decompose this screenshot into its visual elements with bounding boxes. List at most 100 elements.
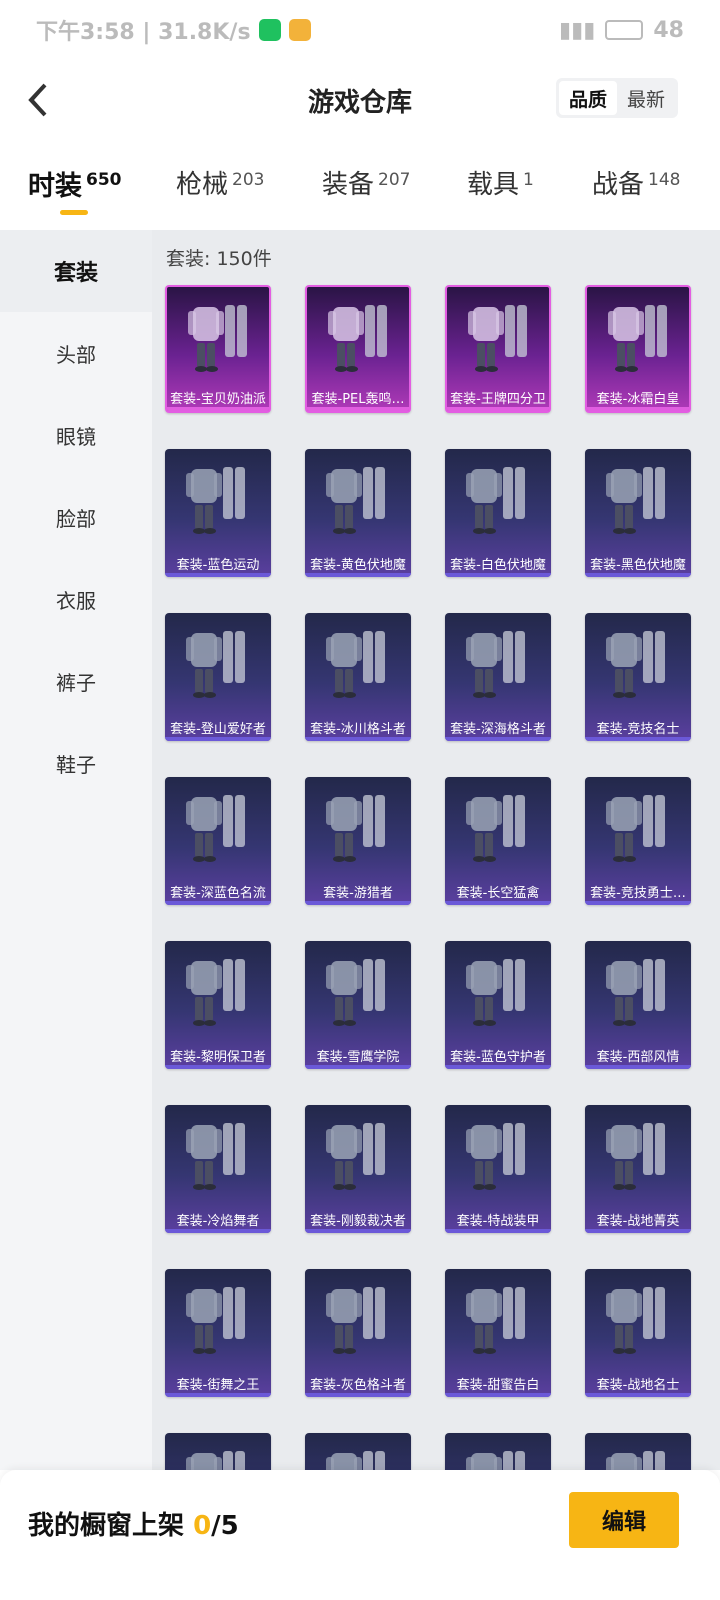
item-card[interactable]: 套装-特战装甲 bbox=[445, 1105, 551, 1233]
item-card[interactable]: 套装-甜蜜告白 bbox=[445, 1269, 551, 1397]
sort-toggle: 品质 最新 bbox=[555, 78, 678, 118]
item-card[interactable] bbox=[305, 1433, 411, 1470]
item-content[interactable]: 套装: 150件 套装-宝贝奶油派 套装-PEL轰鸣… 套装-王牌四分卫 套装-冰霜白… bbox=[152, 230, 720, 1470]
item-card[interactable]: 套装-王牌四分卫 bbox=[445, 285, 551, 413]
showcase-total: /5 bbox=[211, 1511, 239, 1541]
rarity-bar bbox=[305, 1229, 411, 1233]
tab-label: 战备 bbox=[592, 170, 645, 200]
item-card[interactable]: 套装-战地名士 bbox=[585, 1269, 691, 1397]
item-card[interactable]: 套装-竞技名士 bbox=[585, 613, 691, 741]
item-card[interactable]: 套装-白色伏地魔 bbox=[445, 449, 551, 577]
outfit-icon bbox=[188, 305, 247, 372]
item-card[interactable]: 套装-街舞之王 bbox=[165, 1269, 271, 1397]
item-card[interactable]: 套装-登山爱好者 bbox=[165, 613, 271, 741]
item-card[interactable]: 套装-冰霜白皇 bbox=[585, 285, 691, 413]
outfit-icon bbox=[466, 467, 525, 534]
item-card[interactable]: 套装-黎明保卫者 bbox=[165, 941, 271, 1069]
back-button[interactable] bbox=[18, 80, 58, 120]
tab-count: 1 bbox=[523, 170, 534, 190]
status-left: 下午3:58 | 31.8K/s bbox=[36, 14, 311, 46]
sidebar-item-clothes[interactable]: 衣服 bbox=[0, 558, 152, 640]
sidebar-item-suits[interactable]: 套装 bbox=[0, 230, 152, 312]
item-card[interactable] bbox=[165, 1433, 271, 1470]
edit-button[interactable]: 编辑 bbox=[569, 1492, 679, 1548]
header: 游戏仓库 品质 最新 bbox=[0, 60, 720, 140]
rarity-bar bbox=[305, 573, 411, 577]
item-card[interactable]: 套装-黄色伏地魔 bbox=[305, 449, 411, 577]
item-card[interactable]: 套装-冰川格斗者 bbox=[305, 613, 411, 741]
sidebar-item-face[interactable]: 脸部 bbox=[0, 476, 152, 558]
tab-label: 枪械 bbox=[176, 170, 229, 200]
item-card[interactable]: 套装-蓝色守护者 bbox=[445, 941, 551, 1069]
rarity-bar bbox=[165, 901, 271, 905]
wechat-icon bbox=[258, 19, 281, 41]
sidebar-item-pants[interactable]: 裤子 bbox=[0, 640, 152, 722]
item-card[interactable]: 套装-PEL轰鸣… bbox=[305, 285, 411, 413]
item-card[interactable]: 套装-灰色格斗者 bbox=[305, 1269, 411, 1397]
tab-fashion[interactable]: 时装 650 bbox=[28, 164, 122, 203]
item-card[interactable] bbox=[445, 1433, 551, 1470]
rarity-bar bbox=[305, 1065, 411, 1069]
sort-latest-button[interactable]: 最新 bbox=[617, 81, 675, 115]
battery-level: 48 bbox=[653, 17, 684, 43]
outfit-icon bbox=[466, 1287, 525, 1354]
category-tabs: 时装 650 枪械 203 装备 207 载具 1 战备 148 bbox=[0, 152, 720, 222]
item-card[interactable]: 套装-深海格斗者 bbox=[445, 613, 551, 741]
outfit-icon bbox=[186, 631, 245, 698]
outfit-icon bbox=[186, 1287, 245, 1354]
tab-combat-gear[interactable]: 战备 148 bbox=[592, 164, 680, 201]
rarity-bar bbox=[585, 1393, 691, 1397]
rarity-bar bbox=[585, 573, 691, 577]
outfit-icon bbox=[466, 1451, 525, 1470]
tab-guns[interactable]: 枪械 203 bbox=[176, 164, 264, 201]
outfit-icon bbox=[466, 1123, 525, 1190]
outfit-icon bbox=[326, 1287, 385, 1354]
tab-label: 装备 bbox=[322, 170, 375, 200]
rarity-bar bbox=[165, 573, 271, 577]
rarity-bar bbox=[445, 901, 551, 905]
outfit-icon bbox=[606, 1123, 665, 1190]
tab-count: 148 bbox=[648, 170, 681, 190]
outfit-icon bbox=[606, 959, 665, 1026]
rarity-bar bbox=[585, 1229, 691, 1233]
outfit-icon bbox=[186, 467, 245, 534]
sort-quality-button[interactable]: 品质 bbox=[558, 81, 617, 115]
bottom-bar: 我的橱窗上架 0/5 编辑 bbox=[0, 1470, 720, 1600]
item-card[interactable]: 套装-刚毅裁决者 bbox=[305, 1105, 411, 1233]
sidebar-item-shoes[interactable]: 鞋子 bbox=[0, 722, 152, 804]
outfit-icon bbox=[466, 631, 525, 698]
item-card[interactable]: 套装-蓝色运动 bbox=[165, 449, 271, 577]
rarity-bar bbox=[165, 737, 271, 741]
chevron-left-icon bbox=[28, 83, 47, 117]
tab-equipment[interactable]: 装备 207 bbox=[322, 164, 410, 201]
active-tab-indicator bbox=[60, 210, 88, 215]
item-card[interactable]: 套装-冷焰舞者 bbox=[165, 1105, 271, 1233]
item-card[interactable]: 套装-雪鹰学院 bbox=[305, 941, 411, 1069]
rarity-bar bbox=[305, 1393, 411, 1397]
item-card[interactable] bbox=[585, 1433, 691, 1470]
outfit-icon bbox=[186, 959, 245, 1026]
item-card[interactable]: 套装-竞技勇士… bbox=[585, 777, 691, 905]
item-card[interactable]: 套装-深蓝色名流 bbox=[165, 777, 271, 905]
outfit-icon bbox=[326, 631, 385, 698]
outfit-icon bbox=[606, 631, 665, 698]
sidebar-item-head[interactable]: 头部 bbox=[0, 312, 152, 394]
status-bar: 下午3:58 | 31.8K/s ▮▮▮ 48 bbox=[0, 0, 720, 60]
item-card[interactable]: 套装-游猎者 bbox=[305, 777, 411, 905]
item-card[interactable]: 套装-宝贝奶油派 bbox=[165, 285, 271, 413]
item-card[interactable]: 套装-长空猛禽 bbox=[445, 777, 551, 905]
rarity-bar bbox=[445, 573, 551, 577]
item-card[interactable]: 套装-西部风情 bbox=[585, 941, 691, 1069]
tab-label: 载具 bbox=[467, 170, 520, 200]
tab-count: 203 bbox=[232, 170, 265, 190]
rarity-bar bbox=[445, 737, 551, 741]
outfit-icon bbox=[466, 795, 525, 862]
tab-vehicles[interactable]: 载具 1 bbox=[467, 164, 534, 201]
tab-count: 650 bbox=[86, 170, 122, 190]
item-card[interactable]: 套装-战地菁英 bbox=[585, 1105, 691, 1233]
item-card[interactable]: 套装-黑色伏地魔 bbox=[585, 449, 691, 577]
outfit-icon bbox=[326, 795, 385, 862]
game-app-icon bbox=[288, 19, 311, 41]
sidebar-item-glasses[interactable]: 眼镜 bbox=[0, 394, 152, 476]
showcase-label: 我的橱窗上架 0/5 bbox=[28, 1505, 239, 1542]
